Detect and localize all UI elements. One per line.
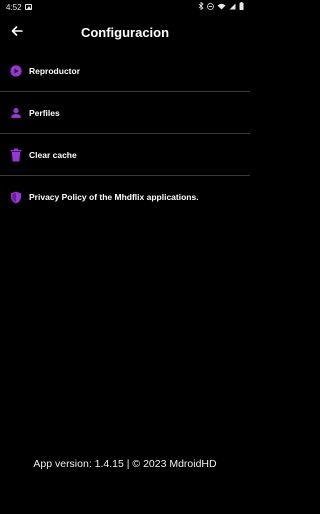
settings-item-reproductor[interactable]: Reproductor (0, 50, 250, 92)
settings-screen: 4:52 Configuracion Reproductor Perfiles … (0, 0, 250, 514)
settings-item-label: Reproductor (29, 65, 80, 76)
back-button[interactable] (0, 14, 34, 50)
page-title: Configuracion (80, 24, 170, 40)
status-time: 4:52 (6, 2, 22, 12)
gallery-notification-icon (24, 4, 32, 10)
trash-icon (9, 148, 23, 162)
settings-item-label: Perfiles (29, 107, 60, 118)
dnd-icon (207, 2, 214, 12)
app-version-text: App version: 1.4.15 | © 2023 MdroidHD (33, 458, 217, 470)
play-circle-icon (9, 64, 23, 78)
settings-item-clear-cache[interactable]: Clear cache (0, 134, 250, 176)
settings-item-privacy-policy[interactable]: Privacy Policy of the Mhdflix applicatio… (0, 176, 250, 218)
arrow-back-icon (11, 23, 23, 41)
settings-list: Reproductor Perfiles Clear cache Privacy… (0, 50, 250, 218)
bluetooth-icon (198, 1, 204, 12)
settings-item-label: Clear cache (29, 149, 77, 160)
shield-icon (9, 190, 23, 204)
settings-item-label: Privacy Policy of the Mhdflix applicatio… (29, 192, 199, 202)
person-icon (9, 106, 23, 120)
status-bar: 4:52 (0, 0, 250, 14)
signal-icon (229, 3, 236, 12)
status-left: 4:52 (6, 3, 32, 12)
battery-icon (239, 2, 244, 12)
wifi-icon (217, 3, 226, 12)
status-right (198, 1, 244, 12)
settings-item-perfiles[interactable]: Perfiles (0, 92, 250, 134)
app-bar: Configuracion (0, 14, 250, 50)
